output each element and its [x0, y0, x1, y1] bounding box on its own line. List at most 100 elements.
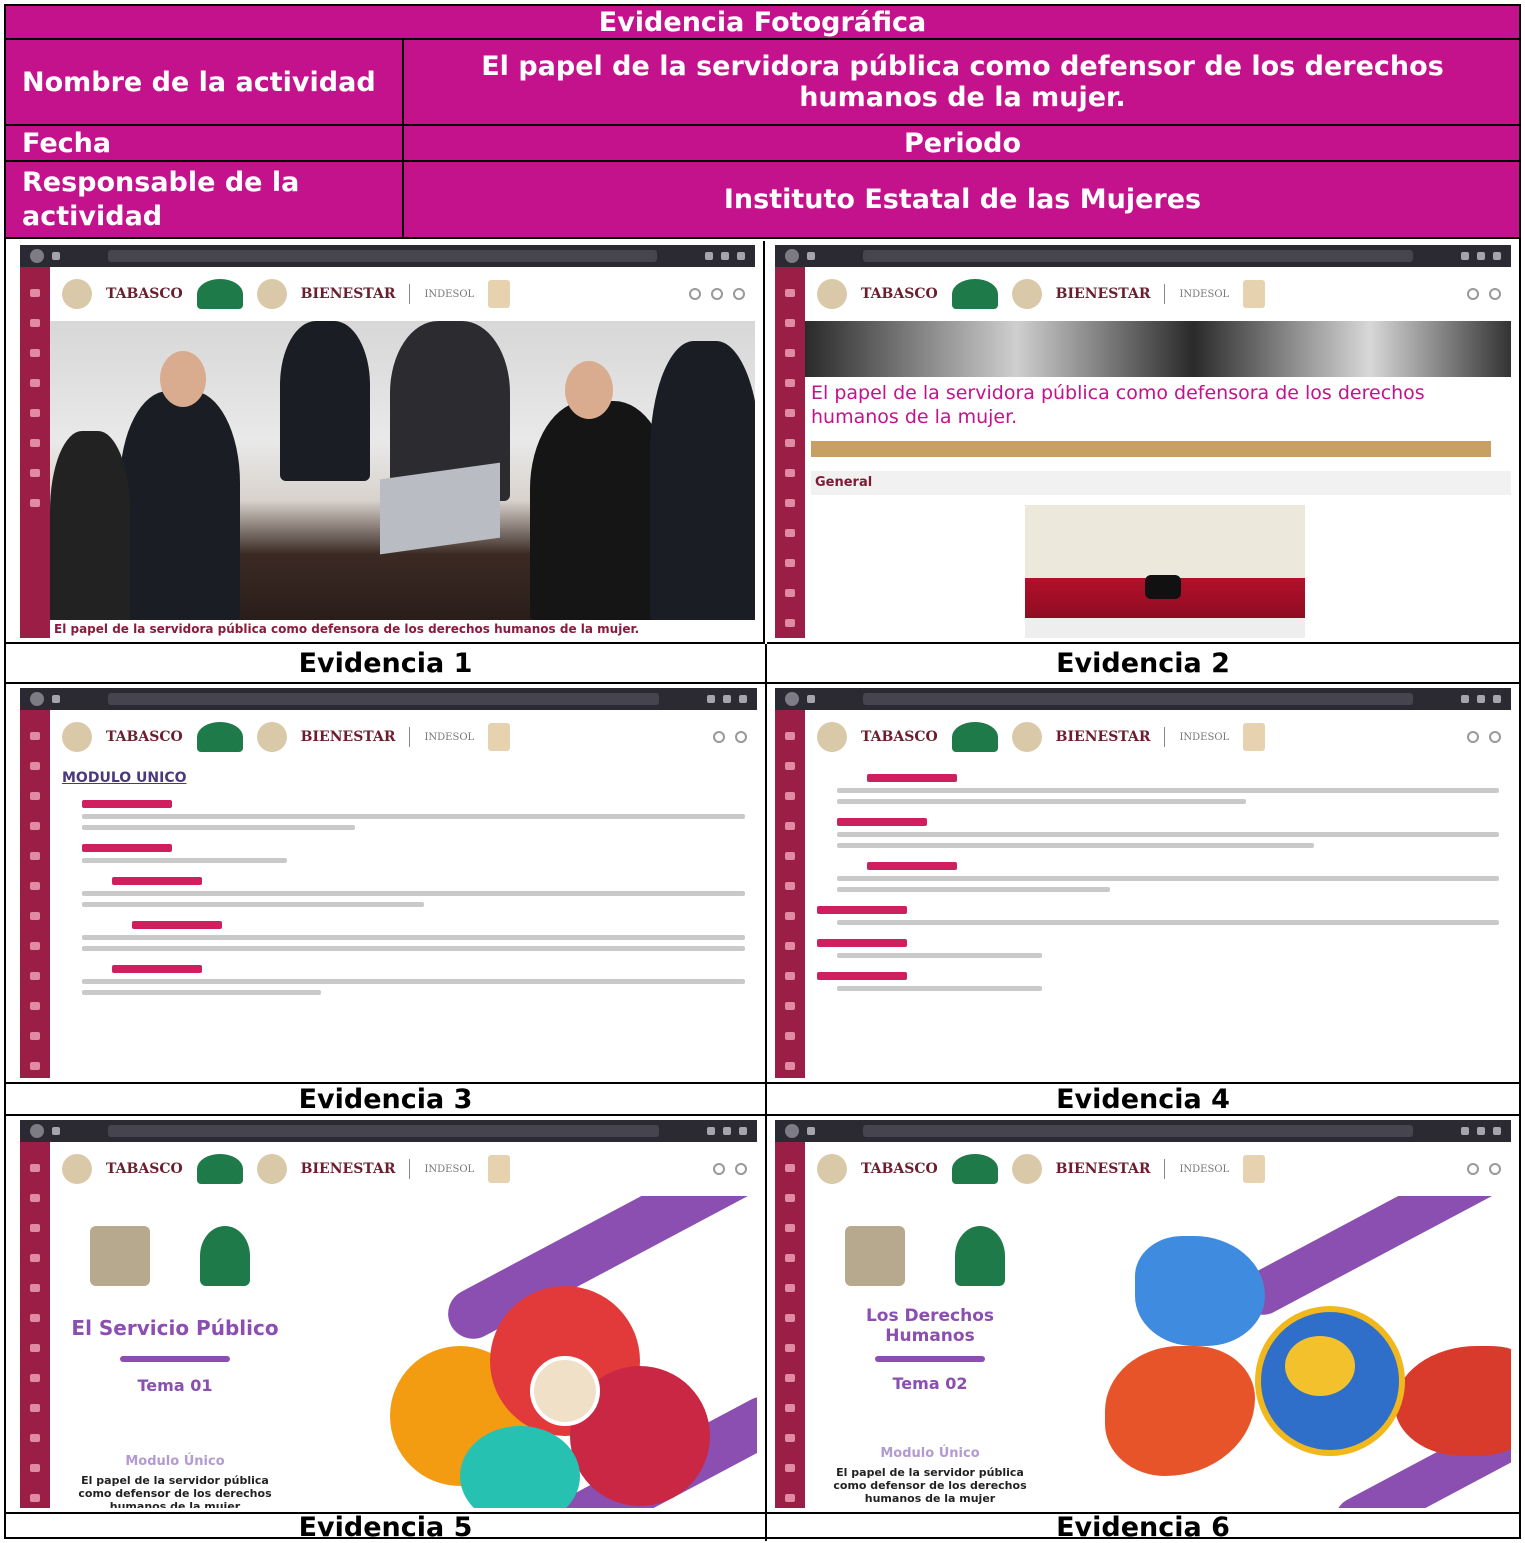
user-icon[interactable] [1489, 288, 1501, 300]
evidence-6-caption: Evidencia 6 [1056, 1512, 1230, 1543]
evidence-2-image: TABASCO BIENESTAR INDESOL El papel de la… [767, 241, 1519, 644]
bienestar-logo-icon [1011, 1154, 1042, 1184]
list-item[interactable] [82, 844, 172, 852]
tabasco-logo-icon [62, 1154, 92, 1184]
bienestar-logo-icon [256, 1154, 287, 1184]
evidence-3-image: TABASCO BIENESTAR INDESOL MODULO UNICO [6, 684, 767, 1084]
user-icon[interactable] [735, 1163, 747, 1175]
tabasco-logo-icon [817, 279, 847, 309]
evidence-6-image: TABASCO BIENESTAR INDESOL Los Derechos H… [767, 1116, 1519, 1514]
slide-description: El papel de la servidor pública como def… [78, 1474, 272, 1508]
institute-logo-icon [200, 1226, 250, 1286]
list-item[interactable] [112, 965, 202, 973]
evidence-2-caption: Evidencia 2 [767, 644, 1519, 684]
module-page: MODULO UNICO [50, 764, 757, 1078]
slide-module: Modulo Único [880, 1446, 980, 1461]
tabasco-logo-icon [62, 279, 92, 309]
bienestar-logo-icon [1011, 722, 1042, 752]
institute-logo-icon [196, 722, 243, 752]
institute-logo-icon [955, 1226, 1005, 1286]
list-item[interactable] [817, 939, 907, 947]
breadcrumb[interactable] [811, 441, 1491, 457]
activity-value: El papel de la servidora pública como de… [481, 51, 1444, 113]
slide-description: El papel de la servidor pública como def… [833, 1466, 1027, 1505]
list-item[interactable] [817, 906, 907, 914]
site-brand: BIENESTAR [300, 286, 396, 302]
list-item[interactable] [112, 877, 202, 885]
course-cover: El papel de la servidora pública como de… [50, 321, 755, 638]
institute-logo-icon [951, 722, 998, 752]
tabasco-logo-icon [817, 1154, 847, 1184]
bell-icon[interactable] [1467, 731, 1479, 743]
module-heading: MODULO UNICO [62, 770, 187, 786]
cover-caption: El papel de la servidora pública como de… [50, 620, 755, 638]
list-item[interactable] [82, 800, 172, 808]
play-icon[interactable] [1145, 575, 1181, 599]
user-icon[interactable] [1489, 731, 1501, 743]
date-label: Fecha [6, 126, 404, 160]
course-page: El papel de la servidora pública como de… [805, 321, 1511, 638]
bienestar-logo-icon [1011, 279, 1042, 309]
section-general[interactable]: General [811, 471, 1511, 495]
inmujeres-logo-icon [845, 1226, 905, 1286]
list-item[interactable] [132, 921, 222, 929]
browser-screenshot: TABASCO BIENESTAR INDESOL El papel de la… [20, 245, 755, 638]
slide-topic: Tema 02 [892, 1374, 968, 1393]
bell-icon[interactable] [713, 731, 725, 743]
browser-screenshot: TABASCO BIENESTAR INDESOL El papel de la… [775, 245, 1511, 638]
user-icon[interactable] [733, 288, 745, 300]
slide-topic: Tema 01 [137, 1376, 213, 1395]
user-icon[interactable] [1489, 1163, 1501, 1175]
evidence-document: Evidencia Fotográfica Nombre de la activ… [4, 4, 1521, 1543]
chat-icon[interactable] [711, 288, 723, 300]
emblem-icon [488, 1155, 511, 1183]
evidence-1-caption: Evidencia 1 [6, 644, 767, 684]
institute-logo-icon [196, 279, 243, 309]
activity-row: Nombre de la actividad El papel de la se… [6, 40, 1519, 126]
responsible-label: Responsable de la actividad [6, 162, 404, 237]
evidence-1-image: TABASCO BIENESTAR INDESOL El papel de la… [6, 241, 765, 644]
emblem-icon [488, 723, 511, 751]
meeting-photo [50, 321, 755, 631]
bell-icon[interactable] [689, 288, 701, 300]
emblem-icon [1243, 1155, 1266, 1183]
slide-viewer: Los Derechos Humanos Tema 02 Modulo Únic… [805, 1196, 1511, 1508]
responsible-value: Instituto Estatal de las Mujeres [723, 184, 1202, 215]
bienestar-logo-icon [256, 279, 287, 309]
video-player[interactable] [1025, 505, 1305, 638]
list-item[interactable] [837, 818, 927, 826]
activity-label: Nombre de la actividad [6, 40, 404, 124]
evidence-5-image: TABASCO BIENESTAR INDESOL El Servicio Pú… [6, 1116, 767, 1514]
course-banner [805, 321, 1511, 377]
evidence-3-caption: Evidencia 3 [6, 1084, 767, 1116]
header-title-row: Evidencia Fotográfica [6, 6, 1519, 40]
evidence-4-image: TABASCO BIENESTAR INDESOL [767, 684, 1519, 1084]
document-title: Evidencia Fotográfica [598, 6, 927, 38]
bell-icon[interactable] [713, 1163, 725, 1175]
slide-viewer: El Servicio Público Tema 01 Modulo Único… [50, 1196, 757, 1508]
site-state: TABASCO [106, 286, 183, 302]
institute-logo-icon [196, 1154, 243, 1184]
institute-logo-icon [951, 1154, 998, 1184]
browser-toolbar [20, 245, 755, 267]
tabasco-logo-icon [817, 722, 847, 752]
responsible-row: Responsable de la actividad Instituto Es… [6, 162, 1519, 239]
list-item[interactable] [867, 774, 957, 782]
emblem-icon [1243, 280, 1266, 308]
tabasco-logo-icon [62, 722, 92, 752]
site-sidebar [20, 267, 50, 638]
module-page [805, 764, 1511, 1078]
emblem-icon [488, 280, 511, 308]
bell-icon[interactable] [1467, 288, 1479, 300]
evidence-5-caption: Evidencia 5 [6, 1512, 767, 1543]
user-icon[interactable] [735, 731, 747, 743]
list-item[interactable] [867, 862, 957, 870]
site-header: TABASCO BIENESTAR INDESOL [50, 267, 755, 321]
list-item[interactable] [817, 972, 907, 980]
emblem-icon [1243, 723, 1266, 751]
inmujeres-logo-icon [90, 1226, 150, 1286]
bell-icon[interactable] [1467, 1163, 1479, 1175]
slide-module: Modulo Único [125, 1454, 225, 1469]
date-row: Fecha Periodo [6, 126, 1519, 162]
site-agency: INDESOL [424, 288, 475, 300]
